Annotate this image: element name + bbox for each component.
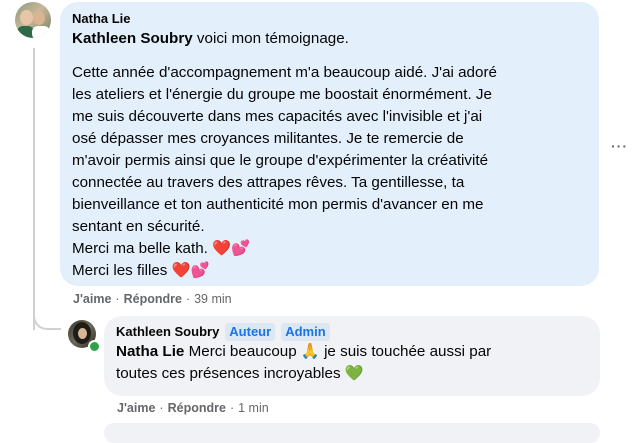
- comment-bubble: Natha Lie Kathleen Soubry voici mon témo…: [60, 2, 599, 286]
- admin-badge: Admin: [281, 323, 330, 341]
- reply-line: je suis touchée aussi par: [324, 343, 492, 360]
- separator: ·: [229, 401, 235, 415]
- comment-line: me suis découverte dans mes capacités av…: [72, 108, 483, 125]
- reply-text: toutes ces présences incroyables 💚: [116, 363, 588, 385]
- comment-actions: J'aime · Répondre · 39 min: [73, 291, 232, 307]
- comment-first-line: Kathleen Soubry voici mon témoignage.: [72, 28, 587, 50]
- hearts-emoji-icon: ❤️💕: [212, 240, 250, 257]
- hearts-emoji-icon: ❤️💕: [171, 262, 210, 279]
- like-button[interactable]: J'aime: [117, 401, 155, 415]
- reply-button[interactable]: Répondre: [124, 292, 182, 306]
- timestamp[interactable]: 39 min: [194, 292, 232, 306]
- thread-line: [33, 48, 35, 330]
- reply-author-line: Kathleen Soubry Auteur Admin: [116, 323, 588, 341]
- comment-line: Cette année d'accompagnement m'a beaucou…: [72, 64, 497, 81]
- next-comment-bubble: [104, 423, 600, 443]
- like-button[interactable]: J'aime: [73, 292, 111, 306]
- reply-line: Merci beaucoup: [188, 343, 297, 360]
- reply-author[interactable]: Kathleen Soubry: [116, 324, 219, 339]
- online-status-icon: [88, 340, 101, 353]
- reply-bubble: Kathleen Soubry Auteur Admin Natha Lie Mer…: [104, 316, 600, 396]
- timestamp[interactable]: 1 min: [238, 401, 269, 415]
- comment-line: connectée au travers des attrapes rêves.…: [72, 174, 465, 191]
- reply-text: Natha Lie Merci beaucoup 🙏 je suis touch…: [116, 341, 588, 363]
- more-options-icon[interactable]: ···: [611, 138, 628, 154]
- comment-line: sentant en sécurité.: [72, 218, 205, 235]
- separator: ·: [159, 401, 164, 415]
- reply-line: toutes ces présences incroyables: [116, 365, 341, 382]
- reply-actions: J'aime · Répondre · 1 min: [117, 400, 269, 416]
- comment-closing-line: Merci ma belle kath. ❤️💕: [72, 238, 587, 260]
- closing-text: Merci ma belle kath.: [72, 240, 208, 257]
- comment-closing-line: Merci les filles ❤️💕: [72, 260, 587, 282]
- separator: ·: [115, 292, 120, 306]
- author-badge: Auteur: [225, 323, 276, 341]
- comment-body: Cette année d'accompagnement m'a beaucou…: [72, 62, 587, 282]
- comment-author[interactable]: Natha Lie: [72, 10, 587, 28]
- mention-link[interactable]: Natha Lie: [116, 343, 184, 360]
- green-heart-emoji-icon: 💚: [344, 365, 364, 382]
- separator: ·: [185, 292, 191, 306]
- mention-link[interactable]: Kathleen Soubry: [72, 30, 193, 47]
- comment-line: m'avoir permis ainsi que le groupe d'exp…: [72, 152, 489, 169]
- comment-line: osé dépasser mes croyances militantes. J…: [72, 130, 464, 147]
- pray-emoji-icon: 🙏: [300, 343, 320, 360]
- comment-line: les ateliers et l'énergie du groupe me b…: [72, 86, 492, 103]
- thread-connector: [33, 300, 61, 330]
- reply-button[interactable]: Répondre: [168, 401, 226, 415]
- comment-line: bienveillance et ton authenticité mon pe…: [72, 196, 484, 213]
- comment-intro: voici mon témoignage.: [196, 30, 349, 47]
- avatar[interactable]: [15, 2, 51, 38]
- closing-text: Merci les filles: [72, 262, 168, 279]
